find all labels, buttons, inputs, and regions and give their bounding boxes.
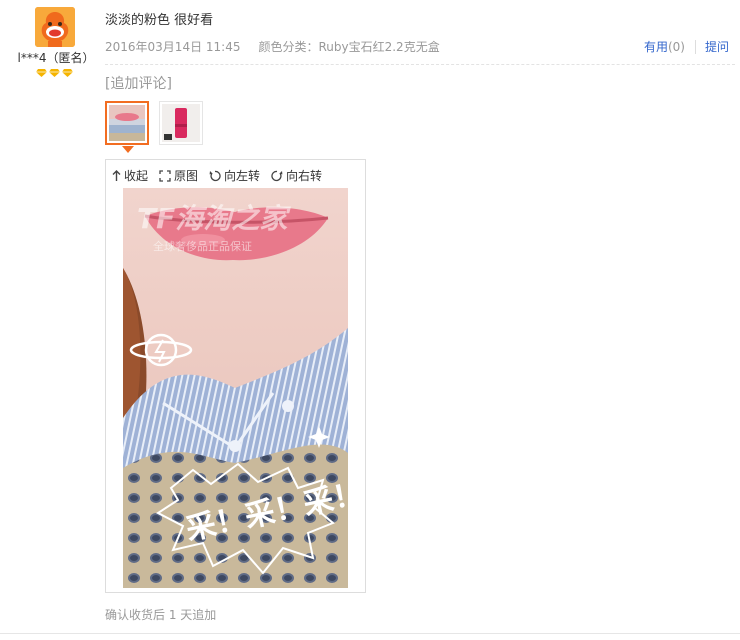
rotate-left-button[interactable]: 向左转	[209, 167, 260, 184]
append-review-label: [追加评论]	[105, 76, 172, 92]
rotate-right-icon	[271, 170, 283, 181]
collapse-label: 收起	[124, 169, 149, 183]
user-name[interactable]: l***4（匿名）	[8, 49, 104, 66]
diamond-icon	[49, 69, 60, 77]
rotate-right-label: 向右转	[286, 169, 323, 183]
review-meta: 2016年03月14日 11:45 颜色分类：Ruby宝石红2.2克无盒	[105, 38, 440, 55]
user-level	[36, 69, 73, 77]
divider	[694, 39, 696, 54]
fullscreen-icon	[159, 169, 171, 182]
collapse-button[interactable]: 收起	[112, 167, 148, 184]
sku-info: 颜色分类：Ruby宝石红2.2克无盒	[258, 40, 440, 54]
image-viewer-toolbar: 收起 原图 向左转 向右转	[112, 167, 333, 184]
lip-photo-thumbnail	[109, 105, 145, 141]
watermark-title: TF海淘之家	[137, 202, 291, 235]
review-photo[interactable]: 采！采！采！ TF海淘之家 全球奢侈品正品保证	[123, 188, 348, 588]
review-date: 2016年03月14日 11:45	[105, 40, 241, 54]
photo-thumbnail[interactable]	[159, 101, 203, 145]
original-image-button[interactable]: 原图	[159, 167, 198, 184]
product-photo-thumbnail	[162, 104, 200, 142]
diamond-icon	[36, 69, 47, 77]
original-image-label: 原图	[174, 169, 199, 183]
avatar[interactable]	[35, 7, 75, 47]
image-viewer: 收起 原图 向左转 向右转 采！采！采！ TF海淘之家 全球奢侈品正品保证	[105, 159, 366, 593]
rotate-right-button[interactable]: 向右转	[271, 167, 322, 184]
lip-selfie-image: 采！采！采！ TF海淘之家 全球奢侈品正品保证	[123, 188, 348, 588]
divider	[105, 64, 735, 65]
rotate-left-icon	[209, 170, 221, 181]
rotate-left-label: 向左转	[224, 169, 261, 183]
review-text: 淡淡的粉色 很好看	[105, 13, 214, 28]
collapse-arrow-icon	[112, 169, 121, 181]
avatar-character-icon	[35, 7, 75, 47]
photo-thumbnail-selected[interactable]	[105, 101, 149, 145]
review-actions: 有用(0) 提问	[644, 38, 729, 55]
divider	[0, 633, 740, 634]
useful-count: (0)	[667, 40, 685, 54]
watermark-subtitle: 全球奢侈品正品保证	[153, 239, 252, 253]
append-time-note: 确认收货后 1 天追加	[105, 608, 217, 622]
useful-label: 有用	[643, 40, 668, 54]
useful-button[interactable]: 有用(0)	[644, 38, 685, 55]
diamond-icon	[62, 69, 73, 77]
ask-button[interactable]: 提问	[705, 38, 729, 55]
selected-thumbnail-pointer	[122, 146, 134, 153]
